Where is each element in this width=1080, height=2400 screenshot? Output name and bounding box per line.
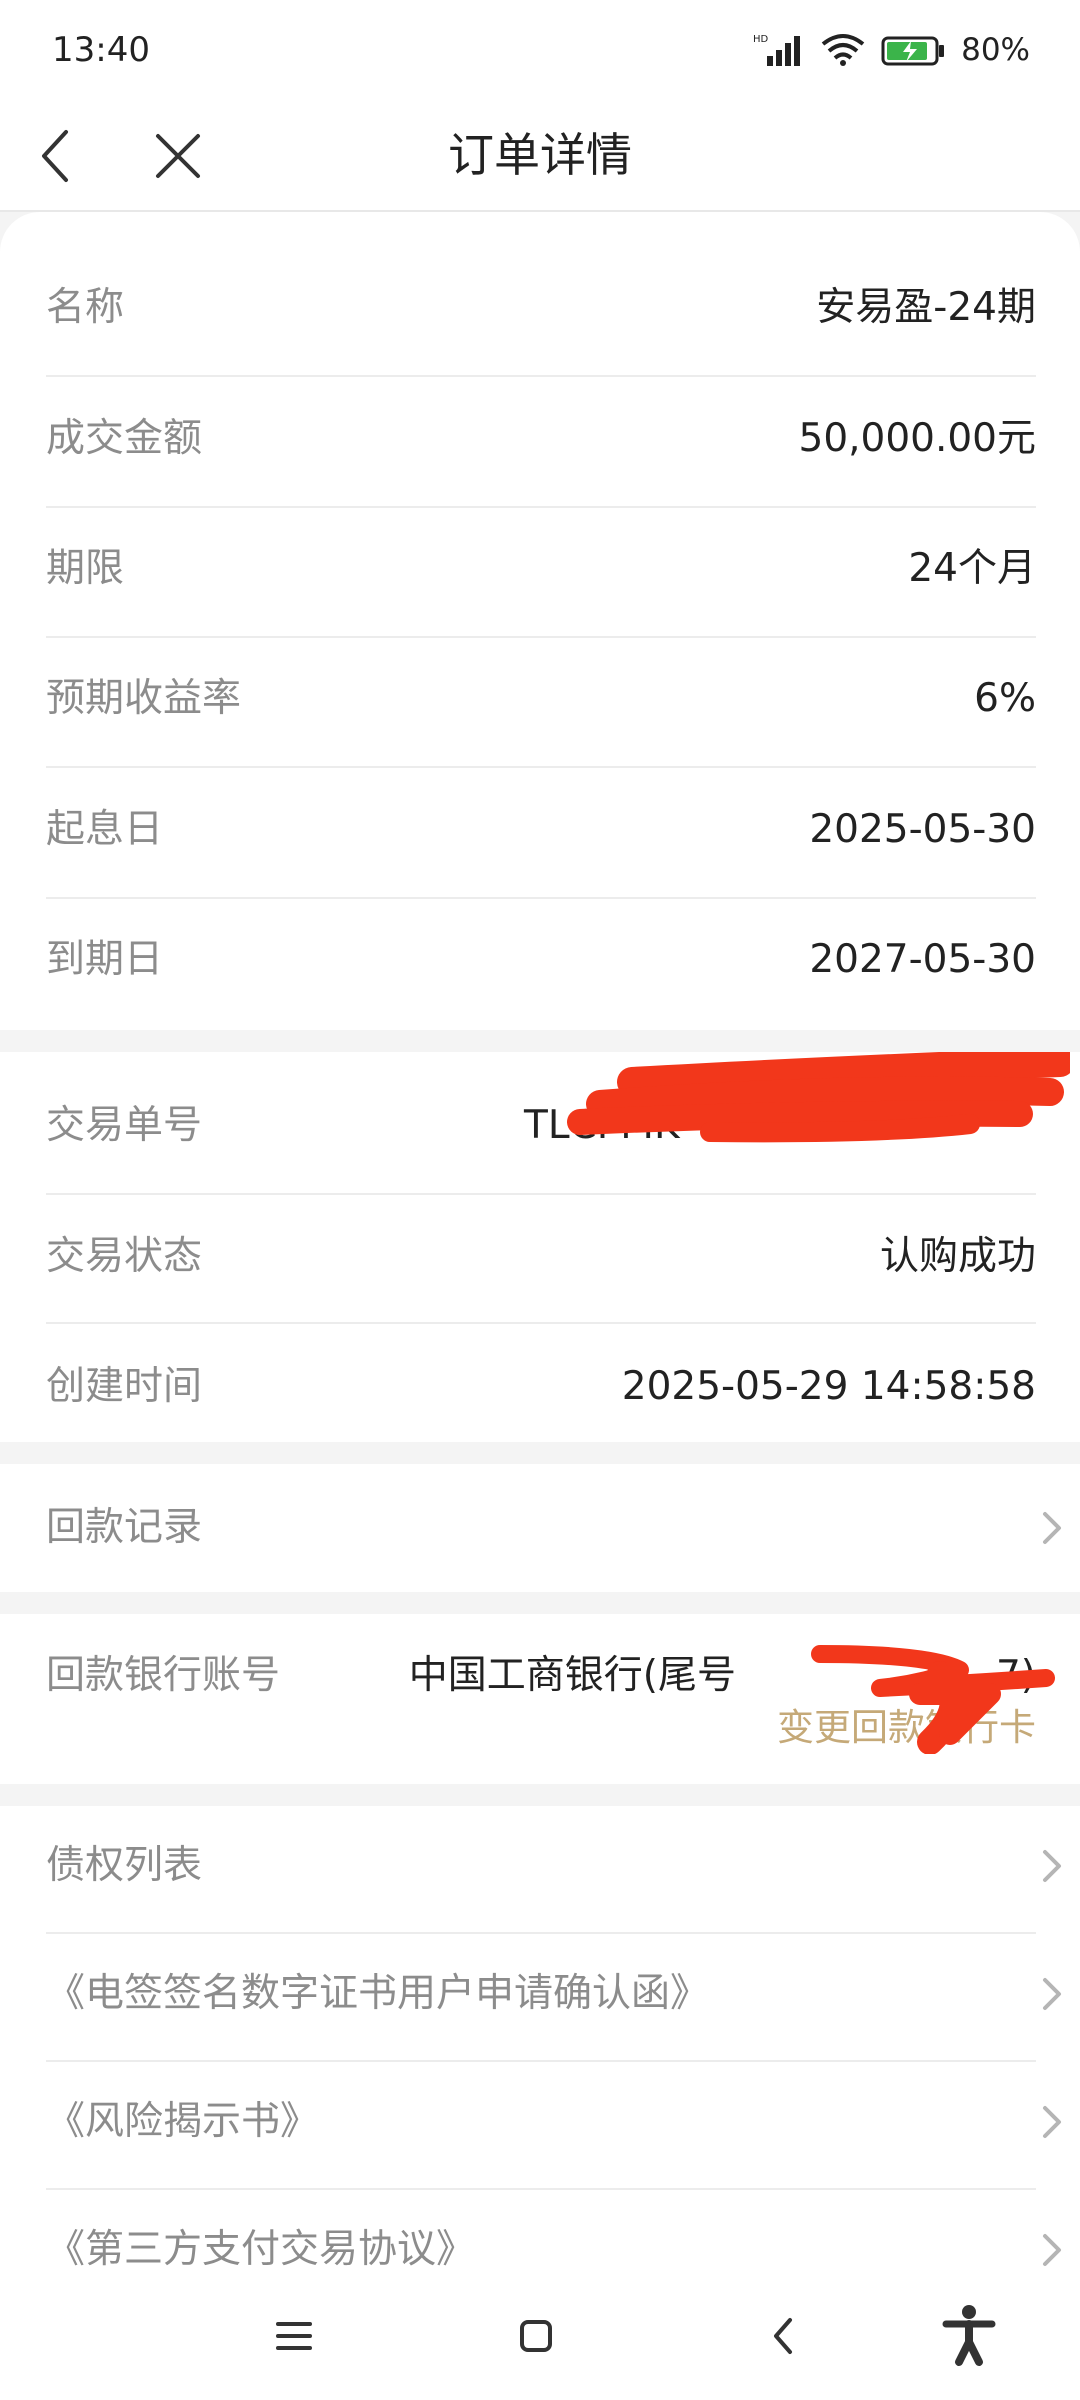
term-value: 24个月 [908, 546, 1036, 591]
divider [46, 1193, 1036, 1195]
divider [46, 897, 1036, 899]
repayment-records-item[interactable]: 回款记录 [0, 1464, 1080, 1592]
page-title: 订单详情 [448, 128, 632, 182]
amount-row: 成交金额 50,000.00元 [46, 409, 1036, 469]
transaction-status-label: 交易状态 [46, 1234, 203, 1279]
link-label: 《风险揭示书》 [46, 2099, 320, 2144]
change-bank-card-link[interactable]: 变更回款银行卡 [777, 1700, 1036, 1756]
created-time-value: 2025-05-29 14:58:58 [621, 1364, 1036, 1409]
term-row: 期限 24个月 [46, 539, 1036, 599]
divider [46, 636, 1036, 638]
created-time-row: 创建时间 2025-05-29 14:58:58 [46, 1357, 1036, 1417]
divider [46, 506, 1036, 508]
product-info-card: 名称 安易盈-24期 成交金额 50,000.00元 期限 24个月 预期收益率… [0, 212, 1080, 1030]
repayment-records-row: 回款记录 [46, 1498, 1036, 1558]
link-item-certificate-letter[interactable]: 《电签签名数字证书用户申请确认函》 [46, 1964, 1036, 2024]
wifi-icon [821, 34, 865, 66]
start-date-row: 起息日 2025-05-30 [46, 800, 1036, 860]
chevron-right-icon [1043, 1850, 1061, 1882]
battery-percent: 80% [961, 32, 1030, 68]
yield-label: 预期收益率 [46, 676, 242, 721]
amount-value: 50,000.00元 [798, 416, 1037, 461]
nav-bar: 订单详情 [0, 100, 1080, 210]
home-icon[interactable] [506, 2306, 566, 2366]
transaction-id-value: TLCPMK [524, 1103, 680, 1148]
yield-value: 6% [974, 676, 1036, 721]
link-label: 《第三方支付交易协议》 [46, 2227, 476, 2270]
end-date-label: 到期日 [46, 937, 164, 982]
chevron-right-icon [1043, 1512, 1061, 1544]
transaction-id-row: 交易单号 TLCPMK [46, 1096, 1036, 1156]
start-date-value: 2025-05-30 [809, 807, 1036, 852]
amount-label: 成交金额 [46, 416, 203, 461]
divider [46, 375, 1036, 377]
system-nav-bar [0, 2270, 1080, 2400]
network-type: HD [753, 34, 769, 45]
start-date-label: 起息日 [46, 807, 164, 852]
name-row: 名称 安易盈-24期 [46, 278, 1036, 338]
signal-icon: HD [753, 34, 801, 66]
transaction-info-card: 交易单号 TLCPMK 交易状态 认购成功 创建时间 2025-05-29 14… [0, 1052, 1080, 1442]
yield-row: 预期收益率 6% [46, 669, 1036, 729]
term-label: 期限 [46, 546, 125, 591]
link-item-payment-agreement[interactable]: 《第三方支付交易协议》 [46, 2220, 1036, 2270]
bank-account-value: 中国工商银行(尾号 [408, 1653, 736, 1698]
back-icon[interactable] [754, 2306, 814, 2366]
divider [46, 2060, 1036, 2062]
end-date-value: 2027-05-30 [809, 937, 1036, 982]
divider [46, 1932, 1036, 1934]
link-item-risk-disclosure[interactable]: 《风险揭示书》 [46, 2092, 1036, 2152]
link-item-claims-list[interactable]: 债权列表 [46, 1836, 1036, 1896]
link-label: 《电签签名数字证书用户申请确认函》 [46, 1971, 710, 2016]
accessibility-icon[interactable] [934, 2300, 1004, 2370]
status-time: 13:40 [52, 30, 150, 70]
content-area: 名称 安易盈-24期 成交金额 50,000.00元 期限 24个月 预期收益率… [0, 212, 1080, 2270]
status-bar: 13:40 HD 80% [0, 0, 1080, 100]
transaction-status-value: 认购成功 [879, 1234, 1036, 1279]
name-value: 安易盈-24期 [816, 285, 1036, 330]
repayment-records-label: 回款记录 [46, 1505, 203, 1550]
divider [46, 2188, 1036, 2190]
divider [46, 766, 1036, 768]
end-date-row: 到期日 2027-05-30 [46, 930, 1036, 990]
menu-icon[interactable] [264, 2306, 324, 2366]
transaction-id-label: 交易单号 [46, 1103, 203, 1148]
link-label: 债权列表 [46, 1843, 203, 1888]
bank-account-label: 回款银行账号 [46, 1653, 281, 1698]
name-label: 名称 [46, 285, 125, 330]
divider [46, 1322, 1036, 1324]
transaction-status-row: 交易状态 认购成功 [46, 1227, 1036, 1287]
chevron-right-icon [1043, 2234, 1061, 2266]
documents-card: 债权列表 《电签签名数字证书用户申请确认函》 《风险揭示书》 《第三方支付交易协… [0, 1806, 1080, 2270]
chevron-right-icon [1043, 1978, 1061, 2010]
chevron-right-icon [1043, 2106, 1061, 2138]
bank-account-row: 回款银行账号 中国工商银行(尾号 7) 变更回款银行卡 [46, 1638, 1036, 1778]
battery-icon [881, 36, 945, 66]
bank-account-card: 回款银行账号 中国工商银行(尾号 7) 变更回款银行卡 [0, 1614, 1080, 1784]
status-icons: HD 80% [753, 28, 1030, 72]
created-time-label: 创建时间 [46, 1364, 203, 1409]
bank-account-suffix: 7) [995, 1653, 1036, 1698]
